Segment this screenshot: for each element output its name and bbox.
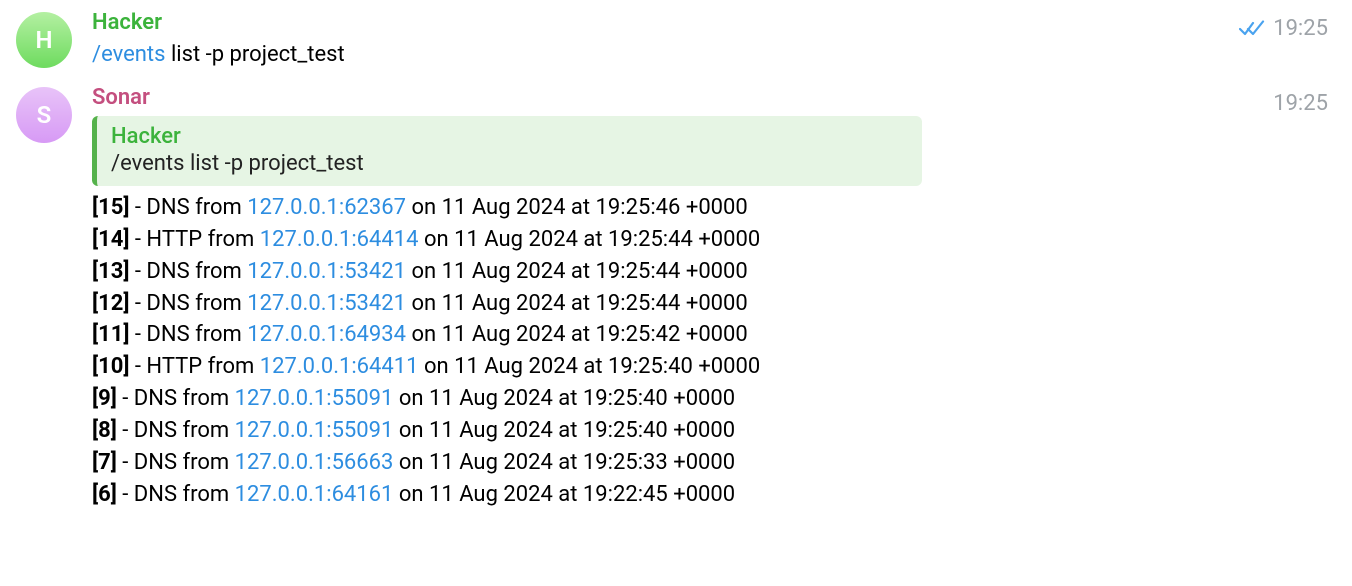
event-line: [12] - DNS from 127.0.0.1:53421 on 11 Au… bbox=[92, 288, 1336, 320]
event-source-link[interactable]: 127.0.0.1:64934 bbox=[247, 322, 406, 347]
event-id: [11] bbox=[92, 322, 129, 347]
reply-preview[interactable]: Hacker /events list -p project_test bbox=[92, 116, 922, 186]
event-line: [7] - DNS from 127.0.0.1:56663 on 11 Aug… bbox=[92, 447, 1336, 479]
event-protocol: - DNS from bbox=[117, 418, 235, 443]
event-source-link[interactable]: 127.0.0.1:53421 bbox=[247, 291, 406, 316]
event-timestamp: on 11 Aug 2024 at 19:25:46 +0000 bbox=[406, 195, 748, 220]
event-protocol: - DNS from bbox=[129, 322, 247, 347]
event-timestamp: on 11 Aug 2024 at 19:22:45 +0000 bbox=[393, 482, 735, 507]
event-source-link[interactable]: 127.0.0.1:62367 bbox=[247, 195, 406, 220]
event-timestamp: on 11 Aug 2024 at 19:25:42 +0000 bbox=[406, 322, 748, 347]
event-line: [13] - DNS from 127.0.0.1:53421 on 11 Au… bbox=[92, 256, 1336, 288]
reply-text: /events list -p project_test bbox=[111, 151, 908, 176]
event-source-link[interactable]: 127.0.0.1:53421 bbox=[247, 259, 406, 284]
event-id: [8] bbox=[92, 418, 117, 443]
event-line: [6] - DNS from 127.0.0.1:64161 on 11 Aug… bbox=[92, 479, 1336, 511]
command-link[interactable]: /events bbox=[92, 42, 166, 67]
event-timestamp: on 11 Aug 2024 at 19:25:44 +0000 bbox=[406, 291, 748, 316]
event-protocol: - DNS from bbox=[117, 482, 235, 507]
event-source-link[interactable]: 127.0.0.1:55091 bbox=[235, 386, 394, 411]
event-id: [12] bbox=[92, 291, 129, 316]
event-timestamp: on 11 Aug 2024 at 19:25:40 +0000 bbox=[393, 418, 735, 443]
event-protocol: - DNS from bbox=[129, 259, 247, 284]
event-id: [7] bbox=[92, 450, 117, 475]
event-line: [8] - DNS from 127.0.0.1:55091 on 11 Aug… bbox=[92, 415, 1336, 447]
event-protocol: - DNS from bbox=[117, 450, 235, 475]
event-line: [9] - DNS from 127.0.0.1:55091 on 11 Aug… bbox=[92, 383, 1336, 415]
event-id: [14] bbox=[92, 227, 129, 252]
event-source-link[interactable]: 127.0.0.1:64411 bbox=[260, 354, 419, 379]
events-list: [15] - DNS from 127.0.0.1:62367 on 11 Au… bbox=[92, 192, 1336, 511]
event-source-link[interactable]: 127.0.0.1:64161 bbox=[235, 482, 394, 507]
avatar[interactable]: S bbox=[16, 87, 72, 143]
message-text[interactable]: /events list -p project_test bbox=[92, 39, 1336, 71]
event-protocol: - HTTP from bbox=[129, 354, 259, 379]
event-timestamp: on 11 Aug 2024 at 19:25:40 +0000 bbox=[419, 354, 761, 379]
event-id: [15] bbox=[92, 195, 129, 220]
chat-container: H Hacker /events list -p project_test 19… bbox=[0, 0, 1352, 511]
event-id: [10] bbox=[92, 354, 129, 379]
message-body: Sonar Hacker /events list -p project_tes… bbox=[92, 85, 1336, 511]
event-protocol: - DNS from bbox=[129, 195, 247, 220]
message-time: 19:25 bbox=[1273, 16, 1328, 41]
event-source-link[interactable]: 127.0.0.1:55091 bbox=[235, 418, 394, 443]
event-line: [14] - HTTP from 127.0.0.1:64414 on 11 A… bbox=[92, 224, 1336, 256]
sender-name[interactable]: Sonar bbox=[92, 85, 150, 110]
event-timestamp: on 11 Aug 2024 at 19:25:33 +0000 bbox=[393, 450, 735, 475]
event-line: [10] - HTTP from 127.0.0.1:64411 on 11 A… bbox=[92, 351, 1336, 383]
event-id: [6] bbox=[92, 482, 117, 507]
event-timestamp: on 11 Aug 2024 at 19:25:44 +0000 bbox=[419, 227, 761, 252]
reply-sender-name: Hacker bbox=[111, 124, 908, 149]
event-source-link[interactable]: 127.0.0.1:56663 bbox=[235, 450, 394, 475]
event-line: [15] - DNS from 127.0.0.1:62367 on 11 Au… bbox=[92, 192, 1336, 224]
message-time: 19:25 bbox=[1273, 91, 1328, 116]
event-protocol: - DNS from bbox=[117, 386, 235, 411]
event-timestamp: on 11 Aug 2024 at 19:25:44 +0000 bbox=[406, 259, 748, 284]
message-meta: 19:25 bbox=[1239, 16, 1328, 41]
event-line: [11] - DNS from 127.0.0.1:64934 on 11 Au… bbox=[92, 319, 1336, 351]
message-meta: 19:25 bbox=[1273, 91, 1328, 116]
message[interactable]: S Sonar Hacker /events list -p project_t… bbox=[16, 85, 1336, 511]
event-id: [9] bbox=[92, 386, 117, 411]
event-timestamp: on 11 Aug 2024 at 19:25:40 +0000 bbox=[393, 386, 735, 411]
event-id: [13] bbox=[92, 259, 129, 284]
message[interactable]: H Hacker /events list -p project_test 19… bbox=[16, 10, 1336, 71]
event-protocol: - HTTP from bbox=[129, 227, 259, 252]
event-protocol: - DNS from bbox=[129, 291, 247, 316]
event-source-link[interactable]: 127.0.0.1:64414 bbox=[260, 227, 419, 252]
sender-name[interactable]: Hacker bbox=[92, 10, 162, 35]
message-body: Hacker /events list -p project_test bbox=[92, 10, 1336, 71]
read-checks-icon bbox=[1239, 20, 1265, 38]
command-args: list -p project_test bbox=[166, 42, 345, 67]
avatar[interactable]: H bbox=[16, 12, 72, 68]
